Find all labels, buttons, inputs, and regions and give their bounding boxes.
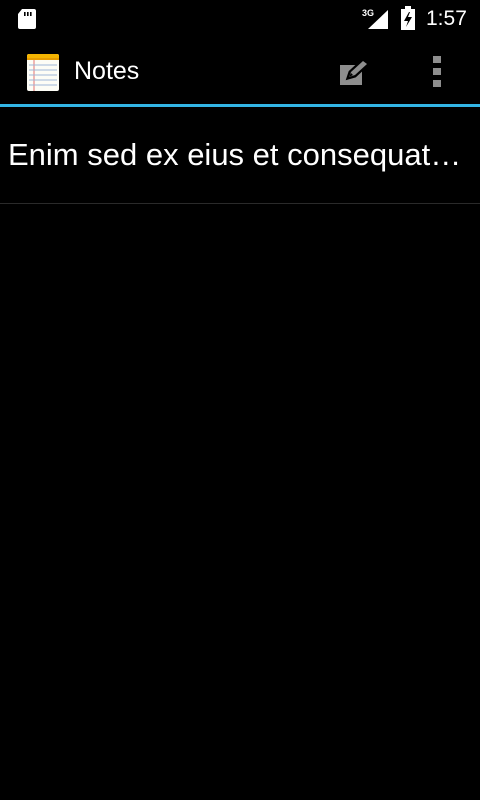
note-title: Enim sed ex eius et consequat… <box>8 137 462 172</box>
signal-icon: 3G <box>362 8 388 29</box>
new-note-button[interactable] <box>330 50 378 96</box>
notepad-icon[interactable] <box>26 52 60 92</box>
overflow-menu-button[interactable] <box>418 48 458 96</box>
status-clock: 1:57 <box>426 7 467 30</box>
app-title: Notes <box>74 57 140 85</box>
edit-note-icon <box>340 59 369 85</box>
overflow-menu-icon <box>433 56 441 87</box>
notes-list: Enim sed ex eius et consequat… <box>0 107 480 204</box>
note-list-item[interactable]: Enim sed ex eius et consequat… <box>0 107 480 204</box>
status-bar: 3G 1:57 <box>0 0 480 38</box>
battery-icon <box>401 6 415 30</box>
network-type-label: 3G <box>362 8 374 18</box>
sd-card-icon <box>18 9 36 29</box>
action-bar: Notes <box>0 38 480 104</box>
